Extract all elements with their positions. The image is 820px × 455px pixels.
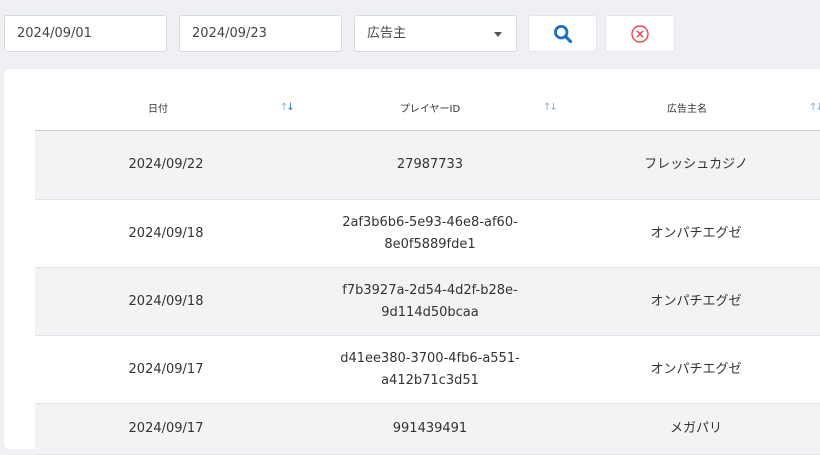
player-id-line: 2af3b6b6-5e93-46e8-af60- (342, 214, 518, 230)
table-row: 2024/09/18 f7b3927a-2d54-4d2f-b28e- 9d114… (35, 268, 820, 336)
cell-date: 2024/09/17 (128, 421, 204, 436)
player-id-line: 8e0f5889fde1 (384, 236, 476, 252)
table-row: 2024/09/17 991439491 メガパリ (35, 404, 820, 455)
sort-icon[interactable]: ↑↓ (809, 103, 820, 113)
table-row: 2024/09/18 2af3b6b6-5e93-46e8-af60- 8e0f5… (35, 200, 820, 268)
cell-date: 2024/09/18 (128, 293, 204, 309)
column-header-advertiser-name[interactable]: 広告主名 (562, 69, 812, 130)
cell-advertiser: オンパチエグゼ (650, 293, 742, 309)
close-circle-icon (631, 24, 649, 43)
player-id-line: 9d114d50bcaa (381, 304, 479, 320)
cell-player-id: 27987733 (297, 131, 563, 199)
player-id-line: f7b3927a-2d54-4d2f-b28e- (342, 282, 518, 298)
start-date-input[interactable]: 2024/09/01 (4, 15, 167, 52)
results-panel: 日付 ↑↓ プレイヤーID ↑↓ 広告主名 ↑↓ 2024/09/22 2798… (4, 69, 820, 455)
column-header-date[interactable]: 日付 (35, 69, 281, 130)
cell-date: 2024/09/18 (128, 225, 204, 241)
player-id-line: 991439491 (392, 421, 468, 436)
player-id-line: 27987733 (396, 157, 464, 172)
cell-date: 2024/09/17 (128, 361, 204, 377)
cell-date: 2024/09/22 (128, 157, 204, 172)
player-id-line: d41ee380-3700-4fb6-a551- (340, 350, 520, 366)
player-id-line: a412b71c3d51 (381, 372, 479, 388)
advertiser-select[interactable]: 広告主 (354, 15, 517, 52)
cell-advertiser: オンパチエグゼ (650, 361, 742, 377)
cell-advertiser: メガパリ (669, 421, 722, 436)
search-icon (553, 24, 572, 43)
filter-bar: 2024/09/01 2024/09/23 広告主 (0, 0, 820, 66)
sort-down-glyph: ↓ (549, 102, 558, 113)
cell-player-id: f7b3927a-2d54-4d2f-b28e- 9d114d50bcaa (297, 268, 563, 335)
clear-button[interactable] (605, 15, 675, 52)
column-header-player-id[interactable]: プレイヤーID (297, 69, 563, 130)
sort-icon[interactable]: ↑↓ (280, 102, 295, 113)
cell-player-id: 2af3b6b6-5e93-46e8-af60- 8e0f5889fde1 (297, 200, 563, 267)
sort-down-glyph: ↓ (815, 102, 820, 113)
table-row: 2024/09/22 27987733 フレッシュカジノ (35, 131, 820, 200)
table-row: 2024/09/17 d41ee380-3700-4fb6-a551- a412b… (35, 336, 820, 404)
advertiser-select-value: 広告主 (367, 26, 407, 41)
cell-player-id: 991439491 (297, 404, 563, 454)
end-date-input[interactable]: 2024/09/23 (179, 15, 342, 52)
cell-player-id: d41ee380-3700-4fb6-a551- a412b71c3d51 (297, 336, 563, 403)
results-table: 日付 ↑↓ プレイヤーID ↑↓ 広告主名 ↑↓ 2024/09/22 2798… (35, 69, 820, 455)
cell-advertiser: フレッシュカジノ (644, 157, 748, 172)
search-button[interactable] (528, 15, 597, 52)
table-header: 日付 ↑↓ プレイヤーID ↑↓ 広告主名 ↑↓ (35, 69, 820, 131)
sort-down-glyph: ↓ (286, 102, 295, 113)
chevron-down-icon (494, 32, 502, 37)
cell-advertiser: オンパチエグゼ (650, 225, 742, 241)
sort-icon[interactable]: ↑↓ (543, 102, 558, 113)
